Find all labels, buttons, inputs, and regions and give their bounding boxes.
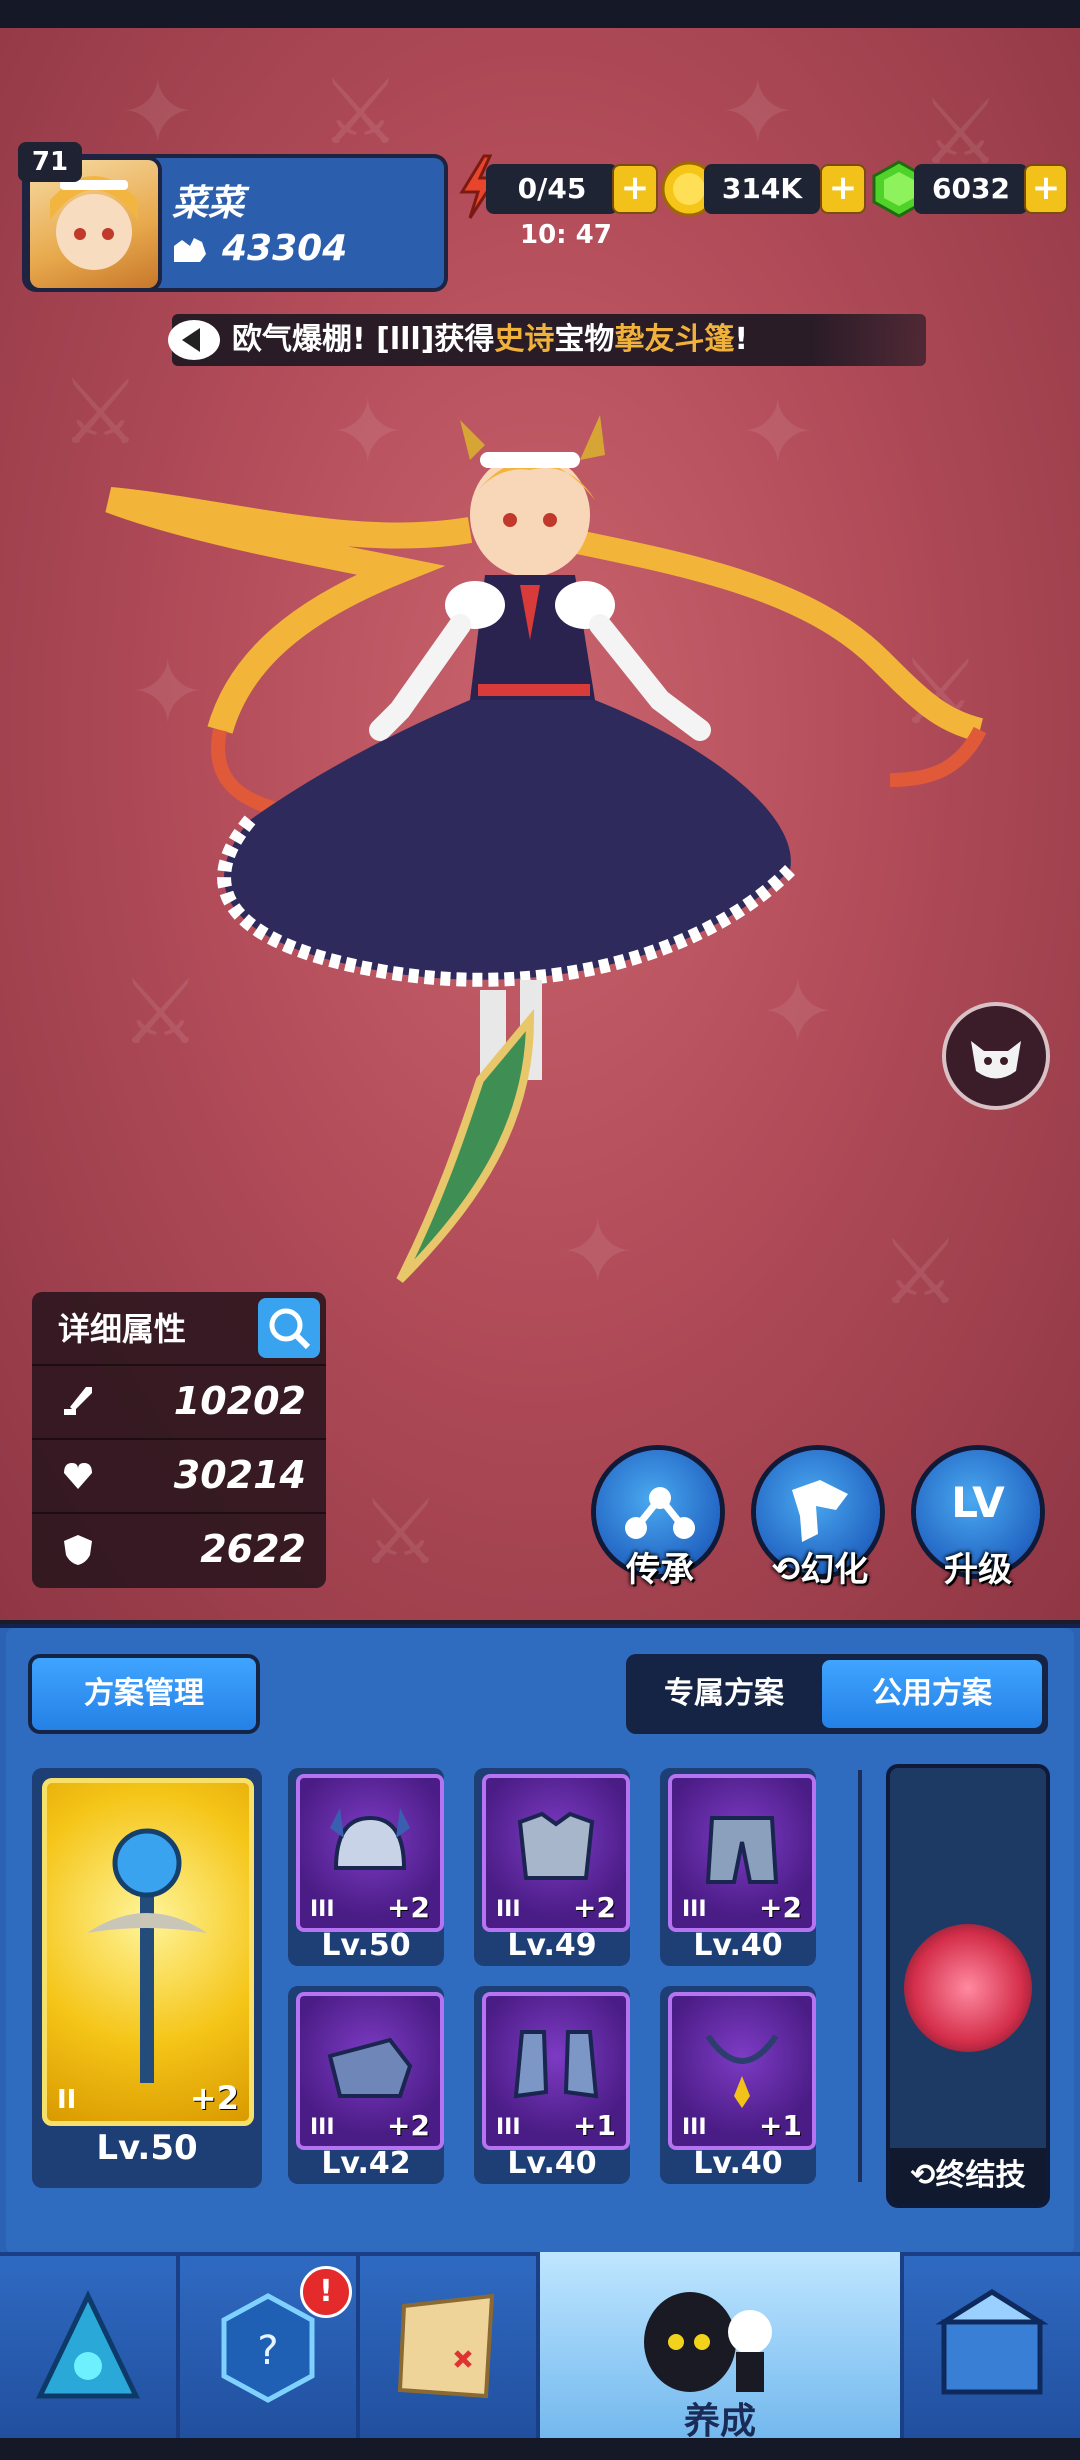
power-fist-icon [170, 232, 210, 268]
tab-public-plan[interactable]: 公用方案 [822, 1660, 1042, 1728]
treasure-map-icon [397, 2293, 495, 2399]
gear-level: Lv.40 [693, 2146, 783, 2181]
skin-switch-button[interactable] [946, 1006, 1046, 1106]
gear-card: III +2 [296, 1992, 444, 2150]
shield-icon [64, 1535, 92, 1565]
announcement-prefix: 欧气爆棚! [lll]获得 [232, 322, 495, 357]
nav-item-shop[interactable] [904, 2256, 1080, 2440]
gold-value: 314K [704, 164, 820, 214]
gear-card: III +1 [668, 1992, 816, 2150]
weapon-slot[interactable]: II +2 Lv.50 [32, 1768, 262, 2188]
announcement-item: 挚友斗篷 [614, 322, 735, 357]
hp-value: 30214 [173, 1453, 306, 1497]
weapon-plus: +2 [189, 2079, 239, 2117]
equipment-panel-inner: 方案管理 专属方案 公用方案 II +2 Lv.50 III +2 Lv.50 … [6, 1628, 1074, 2254]
add-gold-button[interactable]: + [820, 164, 866, 214]
stamina-timer: 10: 47 [520, 220, 612, 250]
gem-value: 6032 [914, 164, 1028, 214]
add-gem-button[interactable]: + [1024, 164, 1068, 214]
staff-icon [87, 1828, 207, 2083]
tab-exclusive-plan[interactable]: 专属方案 [626, 1654, 822, 1734]
gear-card: III +2 [482, 1774, 630, 1932]
crystal-tower-icon [36, 2290, 140, 2399]
gear-slot-gauntlet[interactable]: III +2 Lv.42 [288, 1986, 444, 2184]
inherit-label: 传承 [626, 1550, 694, 1590]
equipment-panel: 方案管理 专属方案 公用方案 II +2 Lv.50 III +2 Lv.50 … [0, 1624, 1080, 2256]
nav-item-map[interactable] [360, 2256, 536, 2440]
player-power: 43304 [222, 228, 348, 269]
gear-card: III +2 [296, 1774, 444, 1932]
mushroom-cloud-icon [904, 1924, 1032, 2052]
sword-icon [64, 1387, 92, 1415]
gear-slot-boots[interactable]: III +1 Lv.40 [474, 1986, 630, 2184]
stamina-value: 0/45 [486, 164, 618, 214]
refresh-icon: ⟲ [910, 2158, 936, 2193]
gear-level: Lv.40 [507, 2146, 597, 2181]
home-indicator-bar [0, 2438, 1080, 2460]
nav-item-rune[interactable]: ? ! [180, 2256, 356, 2440]
heart-icon [64, 1463, 92, 1489]
status-bar [0, 0, 1080, 28]
weapon-card: II +2 [42, 1778, 254, 2126]
add-stamina-button[interactable]: + [612, 164, 658, 214]
announcement-suffix: ! [734, 322, 749, 357]
ultimate-skill-slot[interactable]: ⟲终结技 [890, 1768, 1046, 2204]
gear-slot-helmet[interactable]: III +2 Lv.50 [288, 1768, 444, 1966]
ultimate-label: ⟲终结技 [890, 2148, 1046, 2204]
gear-level: Lv.50 [321, 1928, 411, 1963]
plan-manage-button[interactable]: 方案管理 [32, 1658, 256, 1730]
gear-slot-pants[interactable]: III +2 Lv.40 [660, 1768, 816, 1966]
stats-search-button[interactable] [258, 1298, 320, 1358]
gear-slot-necklace[interactable]: III +1 Lv.40 [660, 1986, 816, 2184]
plan-tabs: 专属方案 公用方案 [626, 1654, 1048, 1734]
weapon-level: Lv.50 [96, 2128, 198, 2168]
character-illustration [100, 400, 1000, 1300]
search-icon [269, 1308, 311, 1350]
gear-card: III +2 [668, 1774, 816, 1932]
upgrade-label: 升级 [944, 1550, 1012, 1590]
refresh-icon: ⟲ [771, 1550, 801, 1590]
nav-item-base[interactable] [0, 2256, 176, 2440]
defense-value: 2622 [200, 1527, 306, 1571]
announcement-banner: 欧气爆棚! [lll]获得史诗宝物挚友斗篷! [168, 314, 926, 366]
divider [858, 1770, 862, 2182]
attack-value: 10202 [173, 1379, 306, 1423]
detailed-stats-panel: 详细属性 10202 30214 2622 [32, 1292, 326, 1588]
nav-item-develop[interactable]: 养成 [540, 2252, 900, 2442]
gear-level: Lv.40 [693, 1928, 783, 1963]
attack-row: 10202 [32, 1364, 326, 1436]
megaphone-icon [166, 318, 222, 362]
announcement-middle: 宝物 [554, 322, 615, 357]
heroes-icon [644, 2292, 772, 2392]
gear-slot-armor[interactable]: III +2 Lv.49 [474, 1768, 630, 1966]
hp-row: 30214 [32, 1438, 326, 1510]
defense-row: 2622 [32, 1512, 326, 1584]
notification-badge: ! [300, 2266, 352, 2318]
player-level-badge: 71 [18, 142, 82, 182]
announcement-rarity: 史诗 [494, 322, 555, 357]
gear-card: III +1 [482, 1992, 630, 2150]
weapon-tier: II [57, 2085, 77, 2115]
stats-title: 详细属性 [58, 1310, 187, 1348]
transform-label: ⟲幻化 [771, 1550, 869, 1590]
svg-text:?: ? [257, 2328, 278, 2374]
player-name: 菜菜 [172, 183, 245, 224]
gear-level: Lv.42 [321, 2146, 411, 2181]
gear-level: Lv.49 [507, 1928, 597, 1963]
shop-chest-icon [935, 2289, 1049, 2395]
nav-active-label: 养成 [683, 2401, 756, 2442]
level-up-icon: LV [951, 1478, 1005, 1527]
demon-face-icon [971, 1041, 1021, 1079]
